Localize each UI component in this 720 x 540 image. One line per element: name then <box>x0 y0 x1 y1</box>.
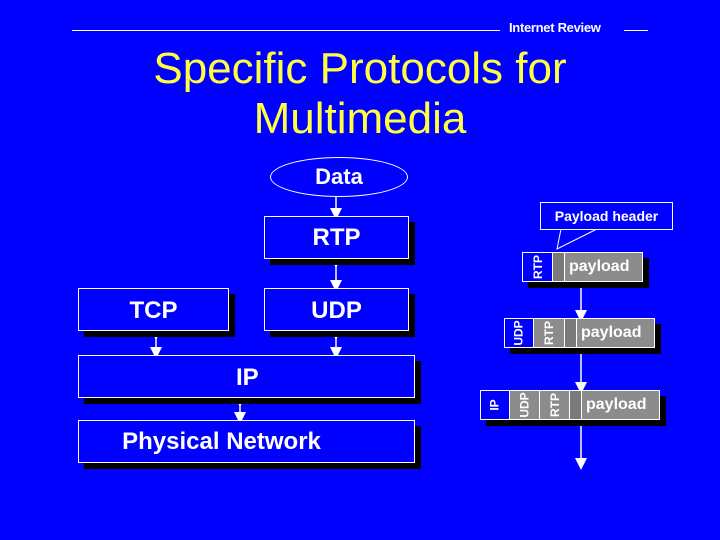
packet-header-ip: IP <box>480 390 510 420</box>
packet-header-udp: UDP <box>510 390 540 420</box>
packet-header-udp: UDP <box>504 318 534 348</box>
payload-header-cell <box>570 390 582 420</box>
physical-network-box: Physical Network <box>78 420 415 463</box>
packet-header-rtp: RTP <box>522 252 553 282</box>
header-label: UDP <box>517 392 532 418</box>
header-label: UDP <box>512 320 526 346</box>
header-label: RTP <box>530 255 545 279</box>
packet-header-rtp: RTP <box>540 390 570 420</box>
header-label: RTP <box>542 321 556 345</box>
payload-cell: payload <box>565 252 643 282</box>
tcp-box: TCP <box>78 288 229 331</box>
ip-box: IP <box>78 355 415 398</box>
packet-rtp: RTP payload <box>522 252 643 282</box>
payload-header-cell <box>553 252 565 282</box>
packet-header-rtp: RTP <box>534 318 565 348</box>
payload-header-callout: Payload header <box>540 202 673 230</box>
data-ellipse: Data <box>270 157 408 197</box>
packet-udp: UDP RTP payload <box>504 318 655 348</box>
packet-ip: IP UDP RTP payload <box>480 390 660 420</box>
payload-cell: payload <box>582 390 660 420</box>
callout-tail <box>556 228 598 250</box>
header-label: IP <box>488 399 502 411</box>
udp-box: UDP <box>264 288 409 331</box>
payload-header-cell <box>565 318 577 348</box>
header-label: RTP <box>547 393 562 417</box>
payload-cell: payload <box>577 318 655 348</box>
rtp-box: RTP <box>264 216 409 259</box>
